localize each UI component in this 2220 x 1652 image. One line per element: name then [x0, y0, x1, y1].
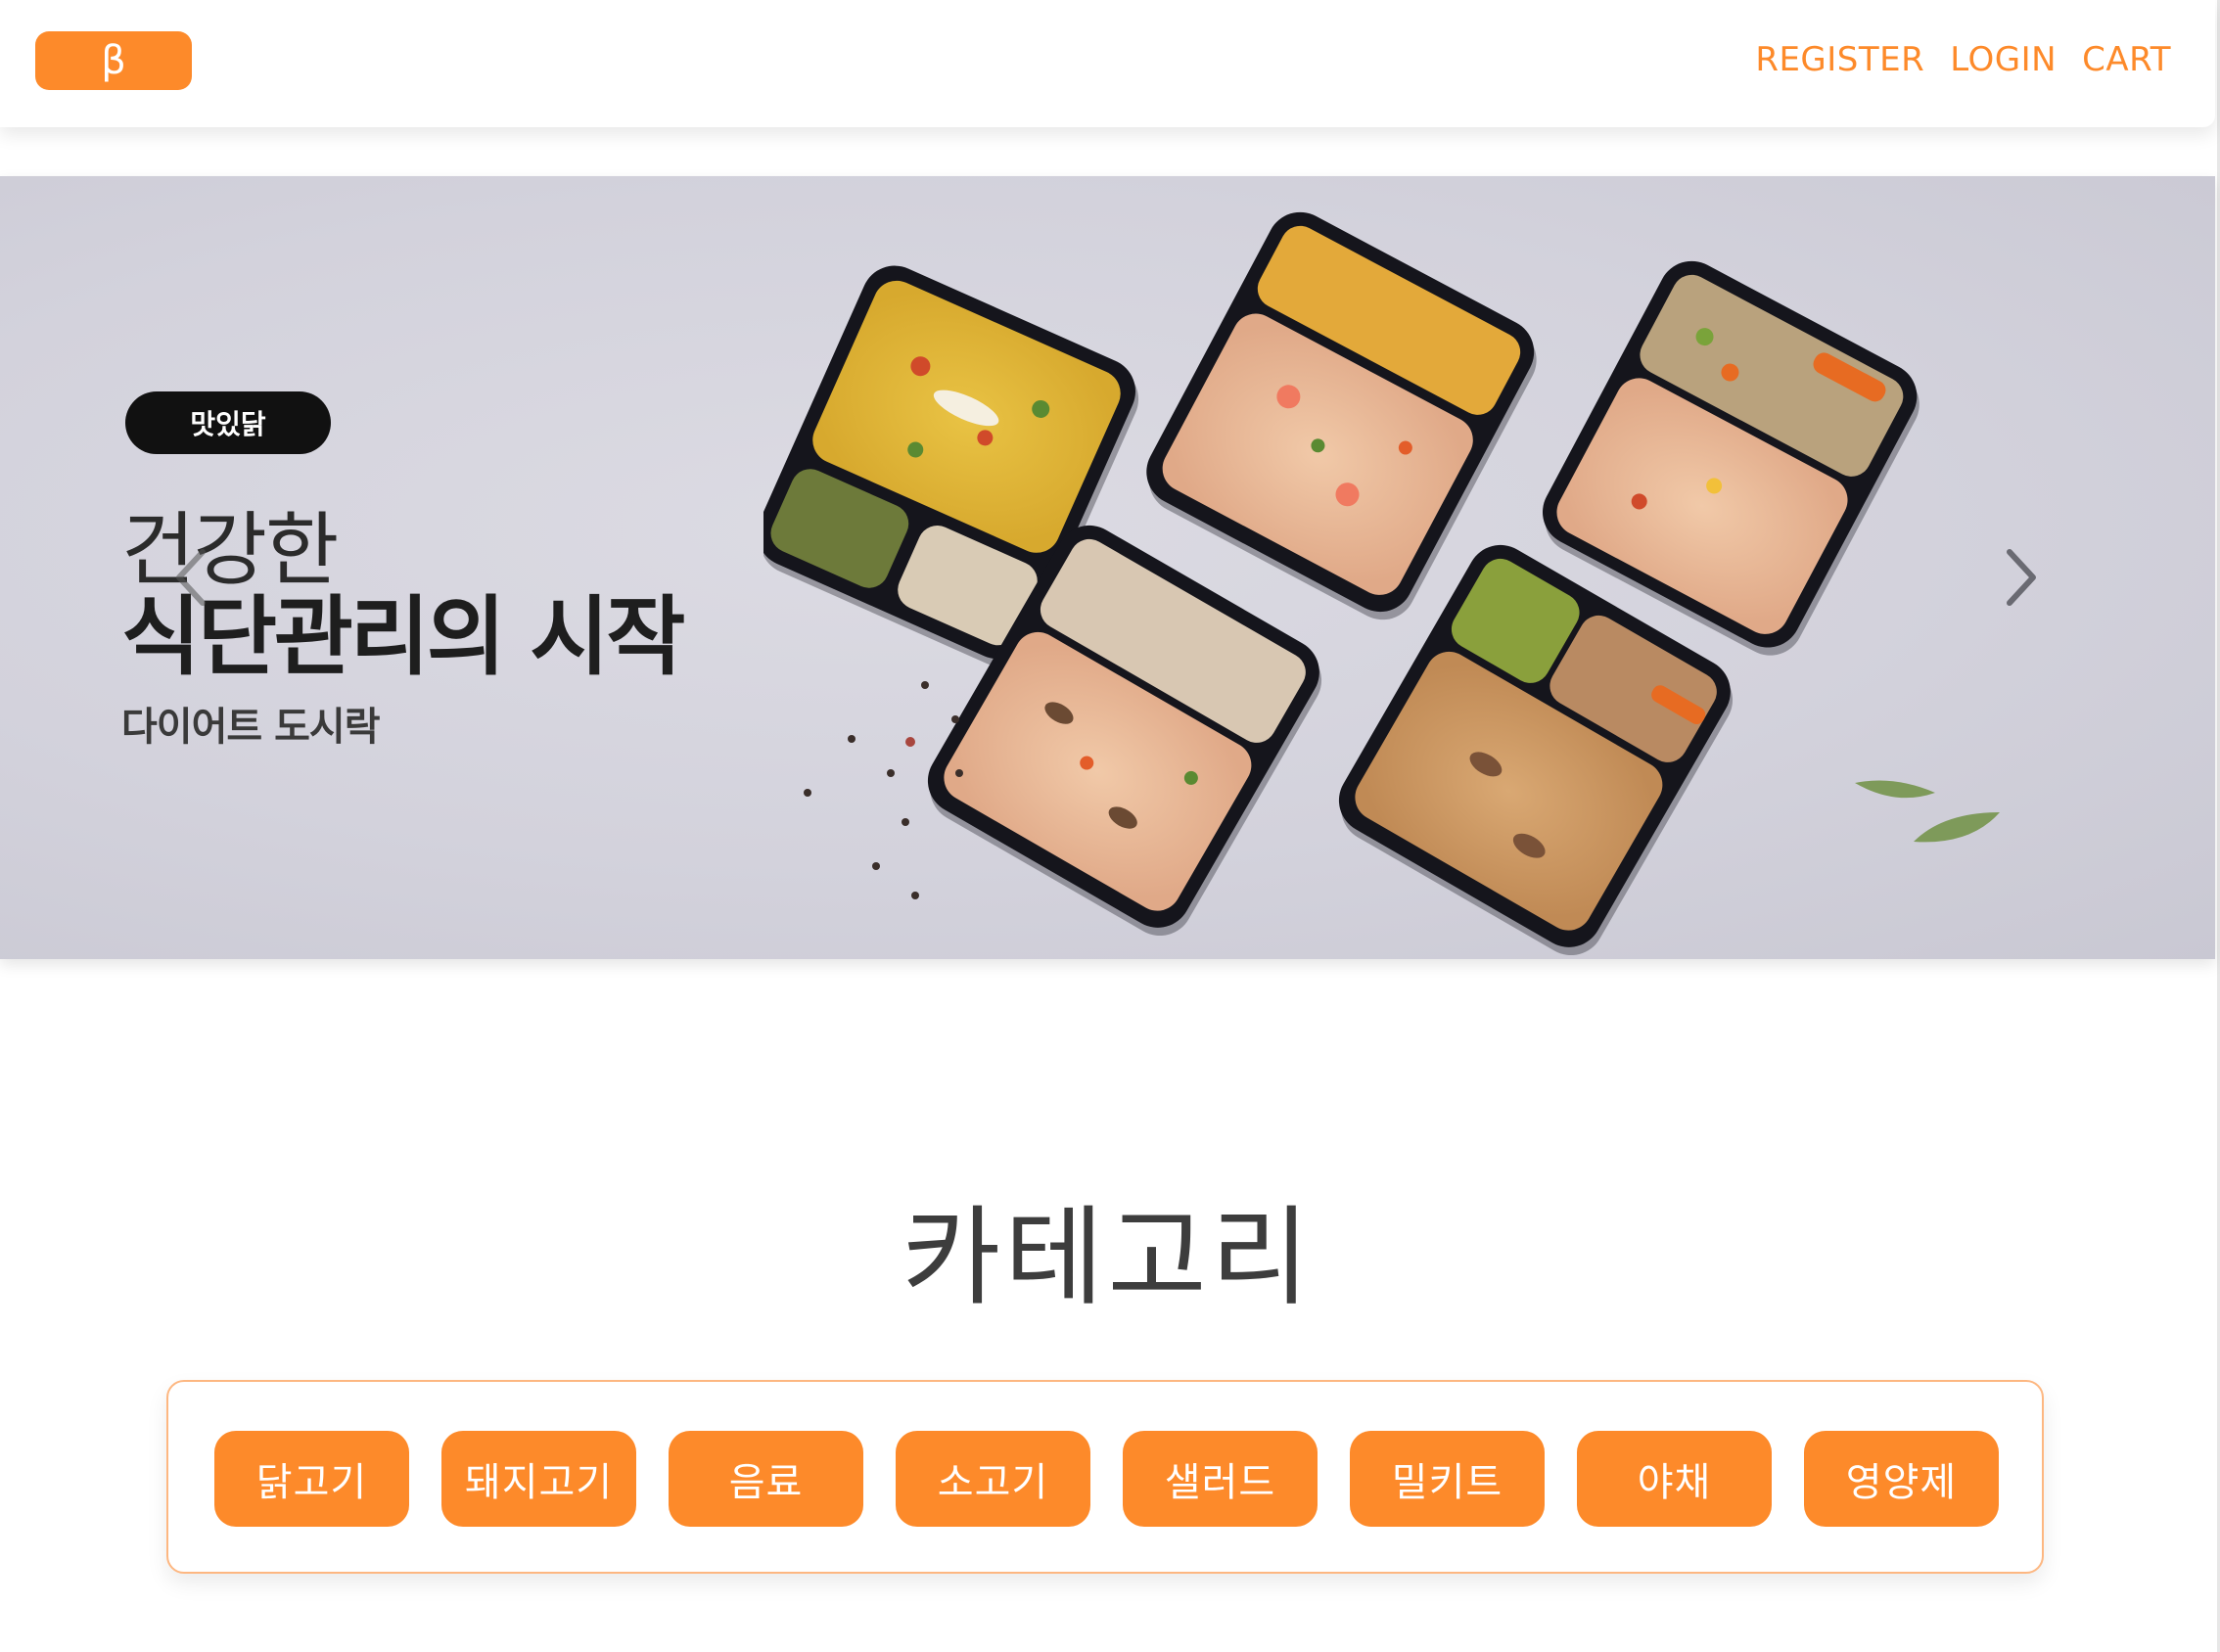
banner-carousel: 맛있닭 건강한 식단관리의 시작 다이어트 도시락 — [0, 176, 2215, 959]
register-link[interactable]: REGISTER — [1755, 40, 1924, 79]
header: β REGISTER LOGIN CART — [0, 0, 2215, 127]
leaves — [1855, 780, 2000, 843]
carousel-next-button[interactable] — [1992, 538, 2051, 617]
cart-link[interactable]: CART — [2082, 40, 2171, 79]
logo-button[interactable]: β — [35, 31, 192, 90]
page: β REGISTER LOGIN CART 맛있닭 건강한 식단관리의 시작 다… — [0, 0, 2220, 1652]
category-button-vegetable[interactable]: 야채 — [1577, 1431, 1772, 1527]
category-panel: 닭고기 돼지고기 음료 소고기 샐러드 밀키트 야채 영양제 — [166, 1380, 2044, 1574]
category-button-chicken[interactable]: 닭고기 — [214, 1431, 409, 1527]
category-list: 닭고기 돼지고기 음료 소고기 샐러드 밀키트 야채 영양제 — [214, 1431, 1999, 1527]
category-button-pork[interactable]: 돼지고기 — [441, 1431, 636, 1527]
category-button-salad[interactable]: 샐러드 — [1123, 1431, 1318, 1527]
category-button-drink[interactable]: 음료 — [669, 1431, 863, 1527]
category-button-beef[interactable]: 소고기 — [896, 1431, 1090, 1527]
brand-badge: 맛있닭 — [125, 391, 331, 454]
chevron-right-icon — [2007, 549, 2036, 606]
top-nav: REGISTER LOGIN CART — [1755, 35, 2171, 84]
chevron-left-icon — [176, 549, 206, 606]
category-title: 카테고리 — [902, 1195, 1314, 1320]
banner-subline: 다이어트 도시락 — [121, 705, 381, 750]
lunchbox-illustration — [763, 211, 2000, 956]
category-button-mealkit[interactable]: 밀키트 — [1350, 1431, 1545, 1527]
category-button-supplement[interactable]: 영양제 — [1804, 1431, 1999, 1527]
carousel-prev-button[interactable] — [162, 538, 220, 617]
login-link[interactable]: LOGIN — [1950, 40, 2057, 79]
